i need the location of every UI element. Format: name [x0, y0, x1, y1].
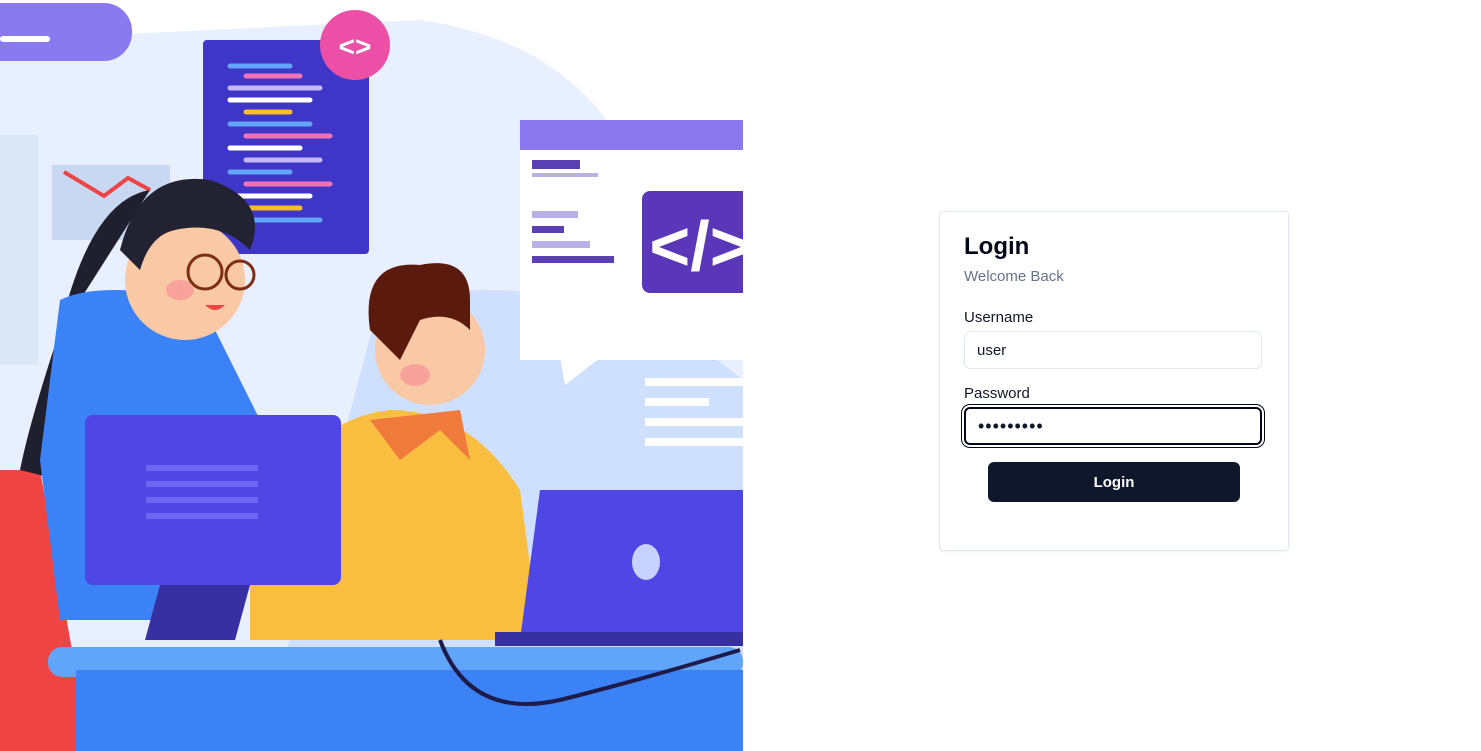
developers-illustration-icon: <> </> — [0, 3, 743, 751]
svg-text:<>: <> — [339, 31, 372, 62]
login-subtitle: Welcome Back — [964, 268, 1064, 285]
password-input[interactable] — [964, 407, 1262, 445]
username-input[interactable] — [964, 331, 1262, 369]
login-card: Login Welcome Back Username Password Log… — [939, 211, 1289, 551]
login-button[interactable]: Login — [988, 462, 1240, 502]
svg-text:</>: </> — [649, 207, 743, 285]
hero-illustration: <> </> — [0, 0, 743, 751]
password-label: Password — [964, 385, 1030, 402]
username-label: Username — [964, 309, 1034, 326]
login-title: Login — [964, 233, 1030, 260]
